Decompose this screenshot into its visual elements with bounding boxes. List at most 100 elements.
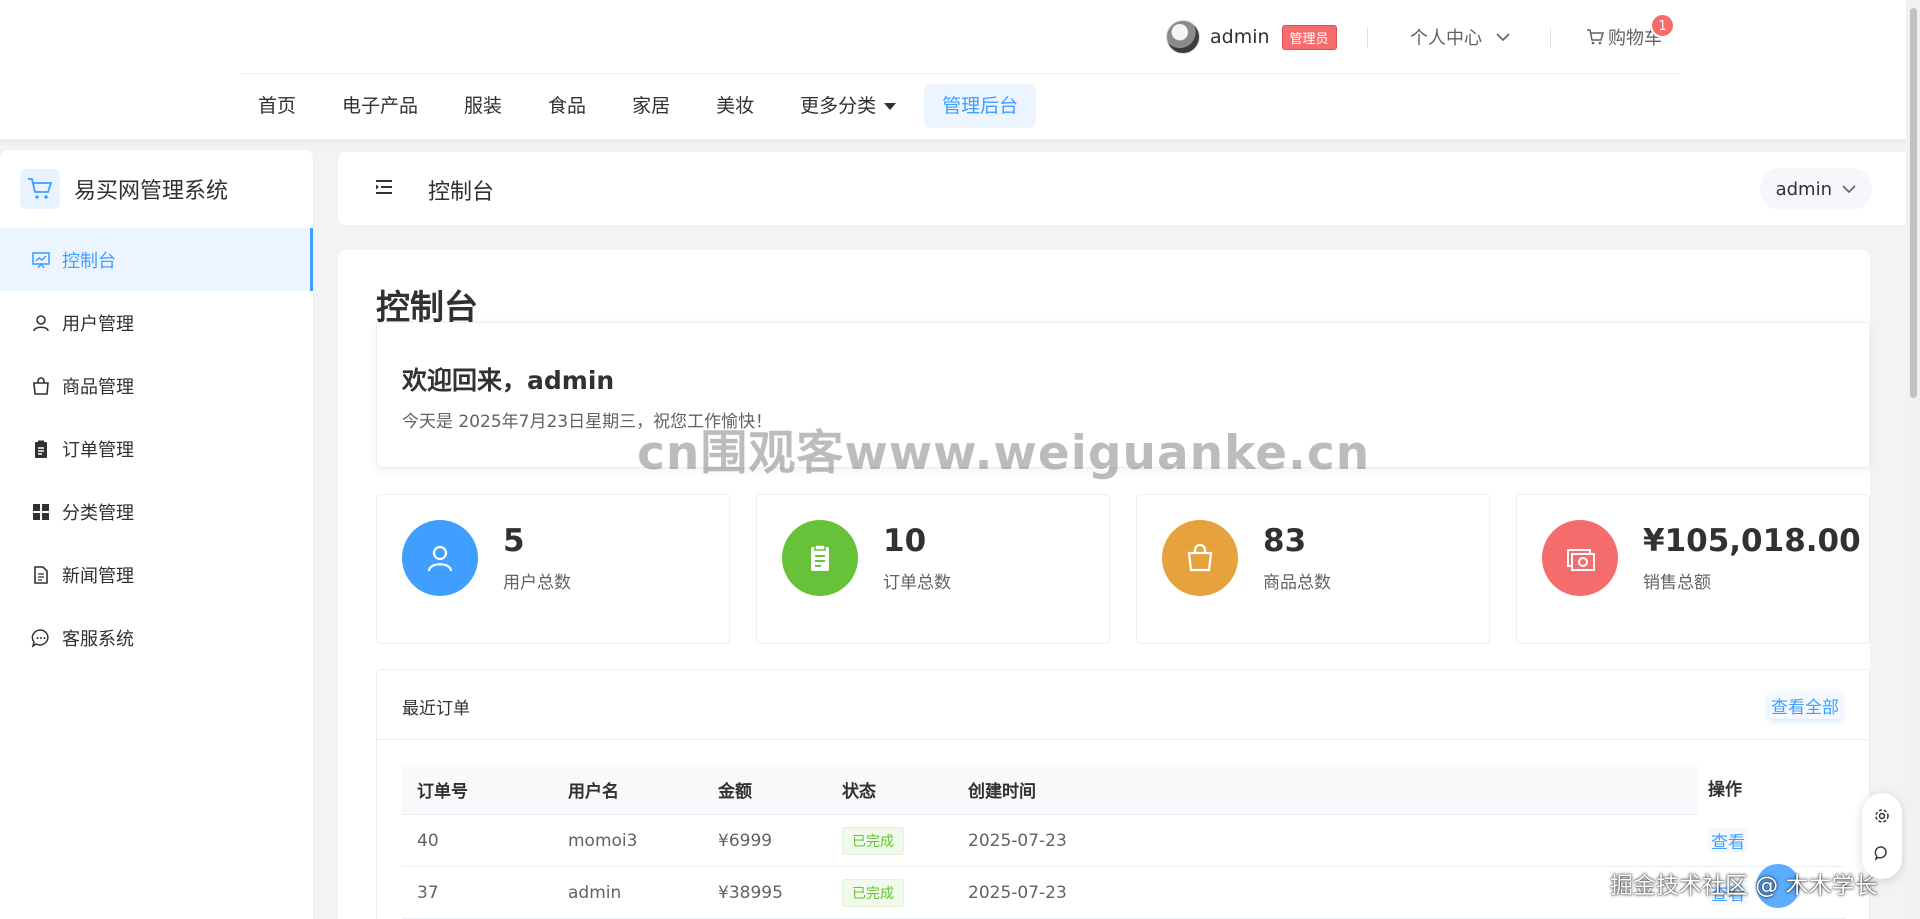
nav-food[interactable]: 食品 [530, 84, 604, 128]
welcome-title: 欢迎回来，admin [402, 366, 615, 395]
view-order-link[interactable]: 查看 [1708, 828, 1748, 853]
shopping-bag-icon [30, 375, 52, 397]
recent-orders-header: 最近订单 查看全部 [377, 670, 1869, 740]
document-icon [30, 564, 52, 586]
divider [1367, 28, 1368, 48]
column-header[interactable]: 金额 [718, 777, 752, 802]
cart-count-badge: 1 [1650, 13, 1675, 38]
floating-toolbar [1862, 793, 1902, 879]
stat-label: 用户总数 [503, 573, 571, 593]
admin-dropdown-label: admin [1775, 178, 1832, 200]
stat-label: 销售总额 [1643, 573, 1711, 593]
dashboard-icon [30, 249, 52, 271]
settings-icon[interactable] [1874, 808, 1890, 828]
order-amount: ¥6999 [718, 830, 773, 851]
stat-card-sales: ¥105,018.00 销售总额 [1516, 494, 1870, 644]
sidebar-item-label: 订单管理 [62, 439, 134, 461]
clipboard-icon [30, 438, 52, 460]
nav-clothing[interactable]: 服装 [446, 84, 520, 128]
cart-logo-icon [20, 169, 60, 209]
role-badge: 管理员 [1281, 24, 1337, 50]
user-icon [30, 312, 52, 334]
sidebar-item-label: 控制台 [62, 250, 116, 272]
stat-card-products: 83 商品总数 [1136, 494, 1490, 644]
shopping-bag-icon [1162, 520, 1238, 596]
status-badge: 已完成 [842, 878, 904, 907]
nav-electronics[interactable]: 电子产品 [324, 84, 436, 128]
sidebar-item-dashboard[interactable]: 控制台 [0, 228, 313, 291]
column-header[interactable]: 状态 [842, 777, 876, 802]
order-date: 2025-07-23 [968, 882, 1067, 903]
sidebar-item-products[interactable]: 商品管理 [0, 354, 313, 417]
sidebar-item-orders[interactable]: 订单管理 [0, 417, 313, 480]
stat-value: 5 [503, 523, 525, 559]
username: admin [1210, 26, 1270, 48]
sidebar-item-customer-service[interactable]: 客服系统 [0, 606, 313, 669]
stat-value: ¥105,018.00 [1643, 523, 1861, 559]
money-icon [1542, 520, 1618, 596]
caret-down-icon [884, 102, 897, 110]
grid-icon [30, 501, 52, 523]
stat-label: 商品总数 [1263, 573, 1331, 593]
sidebar-item-users[interactable]: 用户管理 [0, 291, 313, 354]
status-badge: 已完成 [842, 826, 904, 855]
table-row: 40 momoi3 ¥6999 已完成 2025-07-23 查看 [402, 815, 1846, 867]
stat-value: 10 [883, 523, 927, 559]
cart-icon [1587, 29, 1604, 45]
recent-orders-title: 最近订单 [402, 699, 470, 719]
user-icon [402, 520, 478, 596]
menu-toggle-icon[interactable] [374, 178, 394, 200]
admin-dropdown[interactable]: admin [1759, 168, 1872, 210]
main-nav: 首页 电子产品 服装 食品 家居 美妆 更多分类 管理后台 [240, 84, 1046, 128]
page-title: 控制台 [428, 180, 495, 205]
user-info[interactable]: admin 管理员 [1166, 20, 1337, 54]
nav-admin[interactable]: 管理后台 [924, 84, 1037, 128]
sidebar-item-categories[interactable]: 分类管理 [0, 480, 313, 543]
sidebar-item-news[interactable]: 新闻管理 [0, 543, 313, 606]
stats-row: 5 用户总数 10 订单总数 83 商品总数 ¥105,018.00 销售总额 [376, 494, 1870, 644]
chevron-down-icon [1496, 33, 1510, 42]
sidebar-item-label: 新闻管理 [62, 565, 134, 587]
brand-name: 易买网管理系统 [74, 179, 229, 204]
column-header[interactable]: 创建时间 [968, 777, 1036, 802]
comment-icon[interactable] [1874, 845, 1890, 865]
corner-watermark: 掘金技术社区 @ 木木学长 [1610, 873, 1878, 899]
sidebar-item-label: 商品管理 [62, 376, 134, 398]
order-date: 2025-07-23 [968, 830, 1067, 851]
stat-card-orders: 10 订单总数 [756, 494, 1110, 644]
scrollbar-thumb[interactable] [1910, 8, 1917, 398]
order-amount: ¥38995 [718, 882, 783, 903]
user-bar: admin 管理员 个人中心 购物车 1 [240, 0, 1680, 74]
chevron-down-icon [1842, 185, 1856, 194]
page-scrollbar[interactable] [1906, 0, 1920, 919]
column-header[interactable]: 订单号 [417, 777, 468, 802]
table-header-row: 订单号 用户名 金额 状态 创建时间 操作 [402, 764, 1846, 815]
personal-center-label: 个人中心 [1410, 28, 1482, 49]
stat-value: 83 [1263, 523, 1307, 559]
chat-icon [30, 627, 52, 649]
nav-more-categories[interactable]: 更多分类 [782, 84, 914, 128]
order-user: admin [568, 882, 622, 903]
nav-beauty[interactable]: 美妆 [698, 84, 772, 128]
nav-more-label: 更多分类 [800, 95, 877, 117]
order-user: momoi3 [568, 830, 638, 851]
divider [1550, 28, 1551, 48]
top-header: admin 管理员 个人中心 购物车 1 首页 电子产品 服装 食品 家居 美妆… [0, 0, 1920, 139]
sidebar: 易买网管理系统 控制台 用户管理 商品管理 订单管理 分类管理 新闻管理 客服系… [0, 150, 313, 919]
stat-label: 订单总数 [883, 573, 951, 593]
brand[interactable]: 易买网管理系统 [0, 150, 313, 228]
sidebar-item-label: 用户管理 [62, 313, 134, 335]
avatar[interactable] [1166, 20, 1200, 54]
personal-center-dropdown[interactable]: 个人中心 [1410, 24, 1510, 50]
view-all-link[interactable]: 查看全部 [1769, 692, 1841, 719]
main-panel: 控制台 欢迎回来，admin 今天是 2025年7月23日星期三，祝您工作愉快！… [338, 250, 1870, 919]
nav-home[interactable]: 首页 [240, 84, 314, 128]
column-header: 操作 [1698, 764, 1846, 815]
page-header: 控制台 admin [338, 152, 1910, 225]
nav-home-living[interactable]: 家居 [614, 84, 688, 128]
welcome-card: 欢迎回来，admin 今天是 2025年7月23日星期三，祝您工作愉快！ [376, 322, 1870, 468]
stat-card-users: 5 用户总数 [376, 494, 730, 644]
column-header[interactable]: 用户名 [568, 777, 619, 802]
order-id: 40 [417, 830, 439, 851]
clipboard-icon [782, 520, 858, 596]
